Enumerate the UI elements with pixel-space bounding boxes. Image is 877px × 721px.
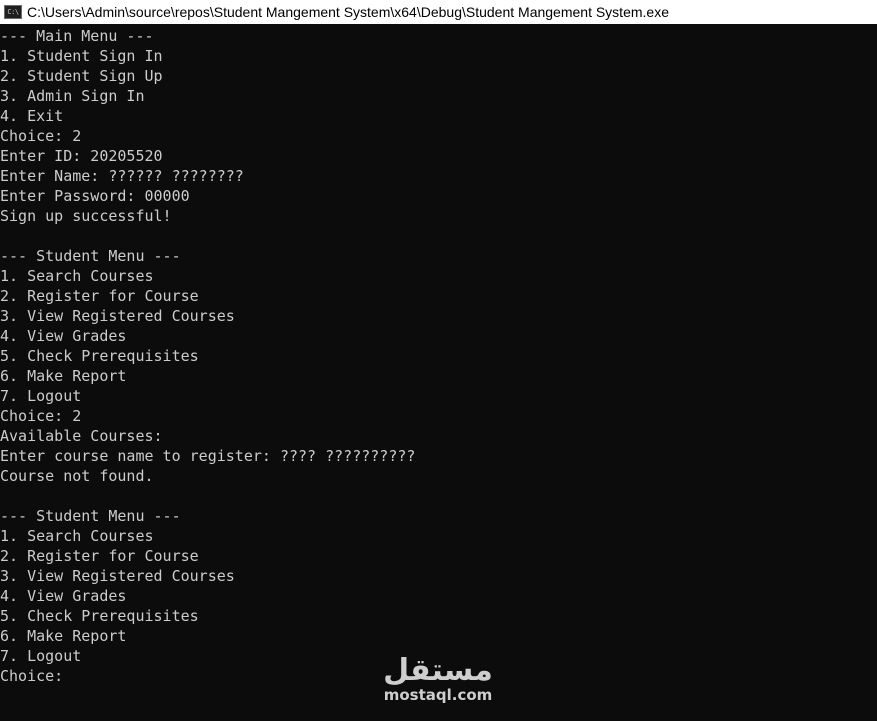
console-line: Enter ID: 20205520 bbox=[0, 147, 163, 165]
app-icon-label: C:\ bbox=[7, 7, 19, 16]
console-line: --- Main Menu --- bbox=[0, 27, 154, 45]
window-title: C:\Users\Admin\source\repos\Student Mang… bbox=[27, 4, 669, 20]
console-output[interactable]: --- Main Menu --- 1. Student Sign In 2. … bbox=[0, 26, 877, 721]
console-line: 7. Logout bbox=[0, 647, 82, 665]
console-window: C:\ C:\Users\Admin\source\repos\Student … bbox=[0, 0, 877, 721]
console-line: 6. Make Report bbox=[0, 627, 127, 645]
console-line: Choice: 2 bbox=[0, 407, 82, 425]
console-line: 2. Register for Course bbox=[0, 287, 199, 305]
console-line: 3. Admin Sign In bbox=[0, 87, 145, 105]
console-line: 4. View Grades bbox=[0, 327, 127, 345]
title-bar[interactable]: C:\ C:\Users\Admin\source\repos\Student … bbox=[0, 0, 877, 24]
console-line: 4. Exit bbox=[0, 107, 64, 125]
console-line: 5. Check Prerequisites bbox=[0, 607, 199, 625]
console-line: Choice: 2 bbox=[0, 127, 82, 145]
console-line: Available Courses: bbox=[0, 427, 163, 445]
console-line: 5. Check Prerequisites bbox=[0, 347, 199, 365]
console-line: Enter course name to register: ???? ????… bbox=[0, 447, 416, 465]
console-line: Enter Name: ?????? ???????? bbox=[0, 167, 244, 185]
console-line: 4. View Grades bbox=[0, 587, 127, 605]
console-line: --- Student Menu --- bbox=[0, 507, 181, 525]
console-line: 7. Logout bbox=[0, 387, 82, 405]
console-line: 2. Register for Course bbox=[0, 547, 199, 565]
console-line: 1. Search Courses bbox=[0, 267, 154, 285]
console-line: Enter Password: 00000 bbox=[0, 187, 190, 205]
console-line: 6. Make Report bbox=[0, 367, 127, 385]
console-line: --- Student Menu --- bbox=[0, 247, 181, 265]
console-app-icon[interactable]: C:\ bbox=[4, 5, 22, 19]
console-line: Course not found. bbox=[0, 467, 154, 485]
console-line: 1. Search Courses bbox=[0, 527, 154, 545]
console-line: Choice: bbox=[0, 667, 64, 685]
console-line: 2. Student Sign Up bbox=[0, 67, 163, 85]
console-line: 1. Student Sign In bbox=[0, 47, 163, 65]
console-line: 3. View Registered Courses bbox=[0, 567, 235, 585]
console-line: 3. View Registered Courses bbox=[0, 307, 235, 325]
console-line: Sign up successful! bbox=[0, 207, 172, 225]
